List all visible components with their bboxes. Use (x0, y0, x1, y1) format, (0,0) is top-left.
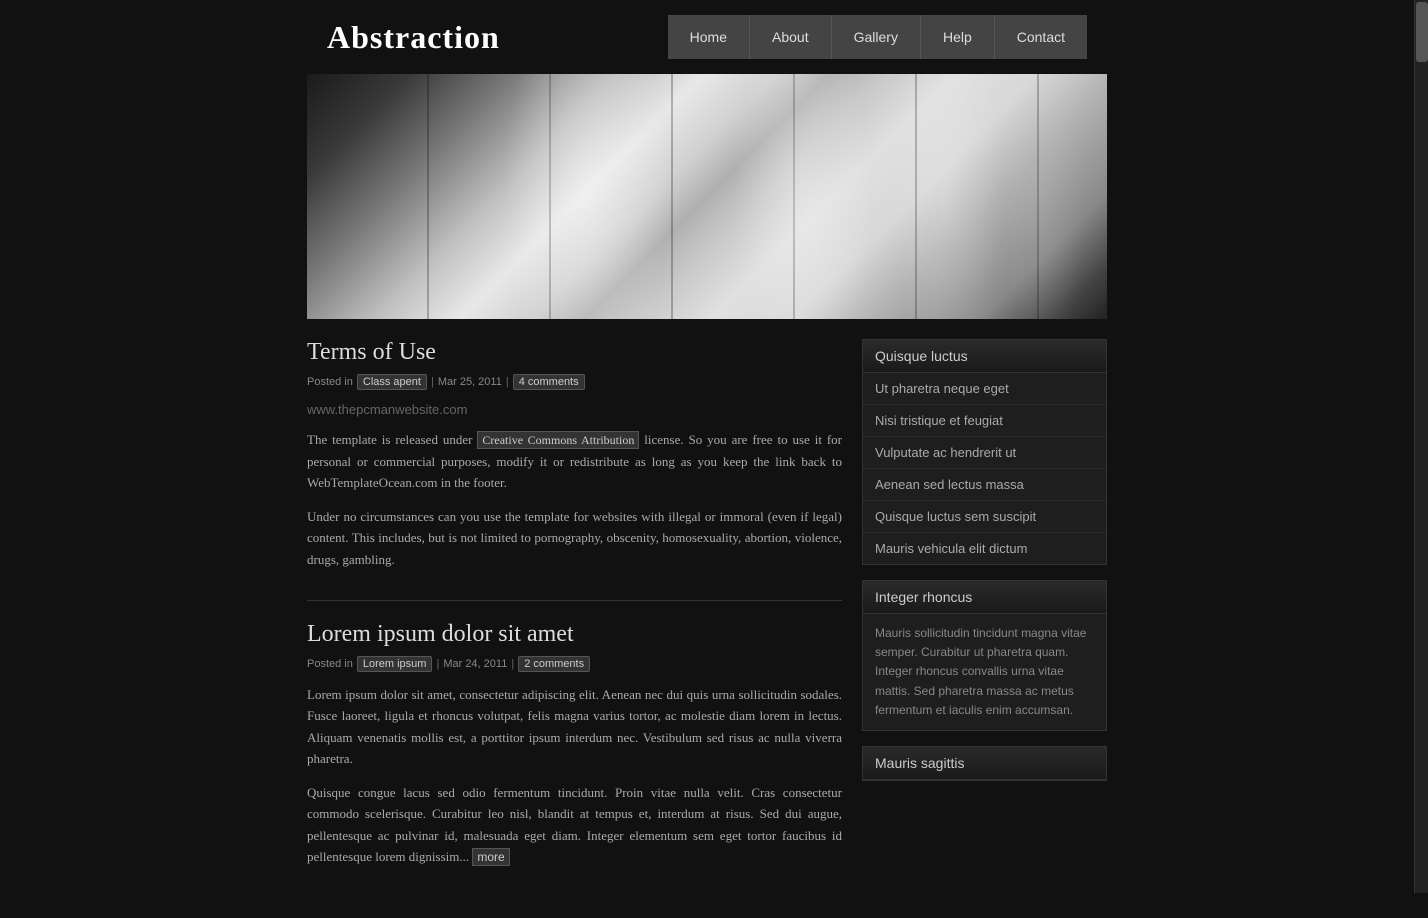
list-item-link[interactable]: Nisi tristique et feugiat (863, 405, 1106, 436)
scrollbar-thumb[interactable] (1416, 2, 1428, 62)
nav-help[interactable]: Help (921, 15, 995, 59)
comments-tag[interactable]: 4 comments (513, 374, 585, 390)
cc-link[interactable]: Creative Commons Attribution (477, 431, 639, 449)
comments-tag-2[interactable]: 2 comments (518, 656, 590, 672)
nav-about[interactable]: About (750, 15, 832, 59)
list-item: Aenean sed lectus massa (863, 469, 1106, 501)
article-lorem: Lorem ipsum dolor sit amet Posted in Lor… (307, 621, 842, 868)
article-body-3: Lorem ipsum dolor sit amet, consectetur … (307, 684, 842, 770)
list-item: Ut pharetra neque eget (863, 373, 1106, 405)
category-tag-2[interactable]: Lorem ipsum (357, 656, 433, 672)
widget-1-title: Quisque luctus (863, 340, 1106, 373)
watermark: www.thepcmanwebsite.com (307, 402, 842, 417)
article-title-2: Lorem ipsum dolor sit amet (307, 621, 842, 648)
list-item-link[interactable]: Quisque luctus sem suscipit (863, 501, 1106, 532)
article-body-2: Under no circumstances can you use the t… (307, 506, 842, 570)
widget-2-body: Mauris sollicitudin tincidunt magna vita… (863, 614, 1106, 730)
main-content: Terms of Use Posted in Class apent | Mar… (307, 339, 842, 898)
scrollbar[interactable] (1414, 0, 1428, 893)
sidebar: Quisque luctus Ut pharetra neque eget Ni… (862, 339, 1107, 898)
main-nav: Home About Gallery Help Contact (668, 15, 1087, 59)
article-body-1: The template is released under Creative … (307, 429, 842, 494)
nav-home[interactable]: Home (668, 15, 750, 59)
more-link[interactable]: more (472, 848, 509, 866)
article-body-4: Quisque congue lacus sed odio fermentum … (307, 782, 842, 868)
nav-gallery[interactable]: Gallery (832, 15, 921, 59)
list-item-link[interactable]: Vulputate ac hendrerit ut (863, 437, 1106, 468)
list-item-link[interactable]: Ut pharetra neque eget (863, 373, 1106, 404)
article-date: Mar 25, 2011 (438, 376, 502, 388)
widget-1-list: Ut pharetra neque eget Nisi tristique et… (863, 373, 1106, 564)
article-terms: Terms of Use Posted in Class apent | Mar… (307, 339, 842, 570)
nav-contact[interactable]: Contact (995, 15, 1087, 59)
site-title: Abstraction (327, 19, 500, 56)
widget-2-title: Integer rhoncus (863, 581, 1106, 614)
hero-image (307, 74, 1107, 319)
sidebar-widget-1: Quisque luctus Ut pharetra neque eget Ni… (862, 339, 1107, 565)
list-item: Mauris vehicula elit dictum (863, 533, 1106, 564)
list-item: Nisi tristique et feugiat (863, 405, 1106, 437)
article-divider (307, 600, 842, 601)
list-item: Vulputate ac hendrerit ut (863, 437, 1106, 469)
widget-3-title: Mauris sagittis (863, 747, 1106, 780)
article-date-2: Mar 24, 2011 (443, 658, 507, 670)
article-meta: Posted in Class apent | Mar 25, 2011 | 4… (307, 374, 842, 390)
list-item: Quisque luctus sem suscipit (863, 501, 1106, 533)
list-item-link[interactable]: Aenean sed lectus massa (863, 469, 1106, 500)
sidebar-widget-2: Integer rhoncus Mauris sollicitudin tinc… (862, 580, 1107, 731)
article-meta-2: Posted in Lorem ipsum | Mar 24, 2011 | 2… (307, 656, 842, 672)
sidebar-widget-3: Mauris sagittis (862, 746, 1107, 781)
category-tag[interactable]: Class apent (357, 374, 427, 390)
list-item-link[interactable]: Mauris vehicula elit dictum (863, 533, 1106, 564)
article-title: Terms of Use (307, 339, 842, 366)
